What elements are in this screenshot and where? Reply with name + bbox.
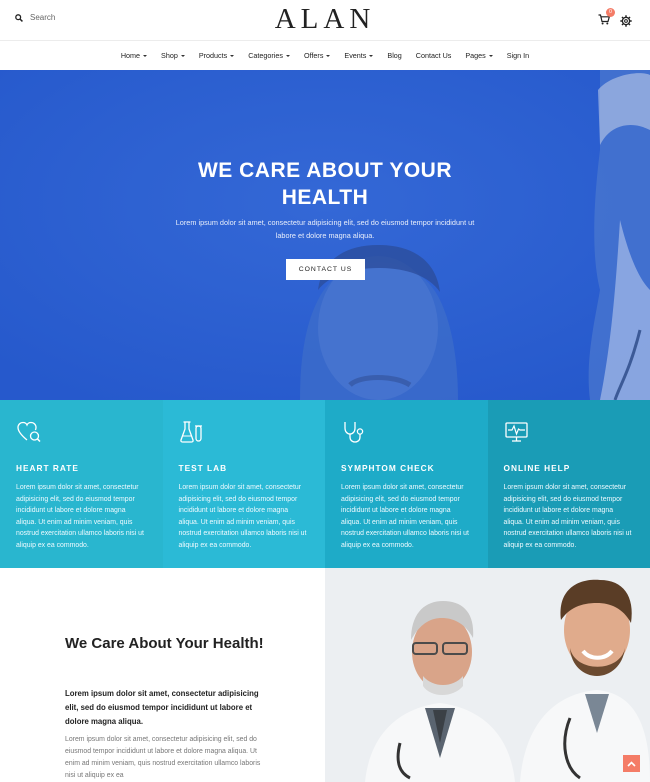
feature-heart-rate: HEART RATE Lorem ipsum dolor sit amet, c… bbox=[0, 400, 163, 568]
site-logo[interactable]: ALAN bbox=[0, 3, 650, 36]
nav-item-label: Offers bbox=[303, 51, 324, 60]
feature-title: SYMPHTOM CHECK bbox=[341, 463, 435, 473]
nav-item-sign-in[interactable]: Sign In bbox=[500, 51, 536, 60]
feature-title: ONLINE HELP bbox=[503, 463, 571, 473]
hero-banner: WE CARE ABOUT YOUR HEALTH Lorem ipsum do… bbox=[0, 70, 650, 400]
feature-text: Lorem ipsum dolor sit amet, consectetur … bbox=[503, 484, 632, 549]
nav-item-categories[interactable]: Categories bbox=[241, 51, 297, 60]
chevron-down-icon bbox=[488, 54, 493, 57]
nav-item-label: Sign In bbox=[506, 51, 530, 60]
about-section: We Care About Your Health! Lorem ipsum d… bbox=[0, 568, 650, 782]
cart-button[interactable]: 0 bbox=[598, 8, 615, 30]
stethoscope-icon bbox=[344, 422, 364, 443]
nav-item-contact[interactable]: Contact Us bbox=[409, 51, 459, 60]
feature-online-help: ONLINE HELP Lorem ipsum dolor sit amet, … bbox=[487, 400, 650, 568]
chevron-down-icon bbox=[285, 54, 290, 57]
nav-item-label: Products bbox=[198, 51, 228, 60]
feature-title: TEST LAB bbox=[178, 463, 228, 473]
nav-item-label: Categories bbox=[248, 51, 283, 60]
nav-item-label: Events bbox=[344, 51, 367, 60]
feature-text: Lorem ipsum dolor sit amet, consectetur … bbox=[341, 484, 469, 549]
cart-count-badge: 0 bbox=[606, 8, 615, 17]
nav-item-blog[interactable]: Blog bbox=[380, 51, 408, 60]
nav-item-offers[interactable]: Offers bbox=[297, 51, 337, 60]
hero-subtitle: Lorem ipsum dolor sit amet, consectetur … bbox=[175, 218, 475, 240]
nav-item-home[interactable]: Home bbox=[114, 51, 154, 60]
doctors-photo bbox=[325, 568, 650, 782]
features-section: HEART RATE Lorem ipsum dolor sit amet, c… bbox=[0, 400, 650, 568]
flask-icon bbox=[179, 421, 202, 443]
chevron-down-icon bbox=[180, 54, 185, 57]
feature-test-lab: TEST LAB Lorem ipsum dolor sit amet, con… bbox=[162, 400, 325, 568]
about-body: Lorem ipsum dolor sit amet, consectetur … bbox=[65, 736, 261, 779]
nav-item-products[interactable]: Products bbox=[192, 51, 241, 60]
site-header: ALAN 0 bbox=[0, 0, 650, 40]
nav-item-label: Pages bbox=[465, 51, 486, 60]
doctors-photo-illustration bbox=[325, 568, 650, 782]
feature-text: Lorem ipsum dolor sit amet, consectetur … bbox=[178, 484, 307, 549]
feature-symptom-check: SYMPHTOM CHECK Lorem ipsum dolor sit ame… bbox=[325, 400, 488, 568]
scroll-to-top-button[interactable] bbox=[623, 755, 640, 772]
contact-us-button[interactable]: CONTACT US bbox=[286, 259, 365, 280]
nav-item-label: Shop bbox=[161, 51, 178, 60]
heart-search-icon bbox=[17, 421, 41, 443]
chevron-down-icon bbox=[230, 54, 235, 57]
monitor-pulse-icon bbox=[504, 422, 528, 442]
hero-title-line2: HEALTH bbox=[281, 186, 369, 209]
feature-text: Lorem ipsum dolor sit amet, consectetur … bbox=[16, 484, 144, 549]
feature-title: HEART RATE bbox=[16, 463, 79, 473]
nav-item-label: Blog bbox=[387, 51, 402, 60]
nav-item-label: Home bbox=[120, 51, 141, 60]
nav-item-events[interactable]: Events bbox=[337, 51, 380, 60]
nav-item-label: Contact Us bbox=[415, 51, 452, 60]
about-lead: Lorem ipsum dolor sit amet, consectetur … bbox=[65, 689, 259, 726]
hero-title: WE CARE ABOUT YOUR HEALTH bbox=[0, 157, 650, 211]
chevron-down-icon bbox=[369, 54, 374, 57]
chevron-down-icon bbox=[326, 54, 331, 57]
hero-title-line1: WE CARE ABOUT YOUR bbox=[197, 159, 452, 182]
main-nav: Home Shop Products Categories Offers Eve… bbox=[0, 40, 650, 70]
about-title: We Care About Your Health! bbox=[65, 635, 264, 652]
nav-item-shop[interactable]: Shop bbox=[154, 51, 192, 60]
chevron-up-icon bbox=[627, 760, 636, 767]
nav-item-pages[interactable]: Pages bbox=[458, 51, 499, 60]
gear-icon[interactable] bbox=[620, 15, 632, 27]
chevron-down-icon bbox=[143, 54, 148, 57]
